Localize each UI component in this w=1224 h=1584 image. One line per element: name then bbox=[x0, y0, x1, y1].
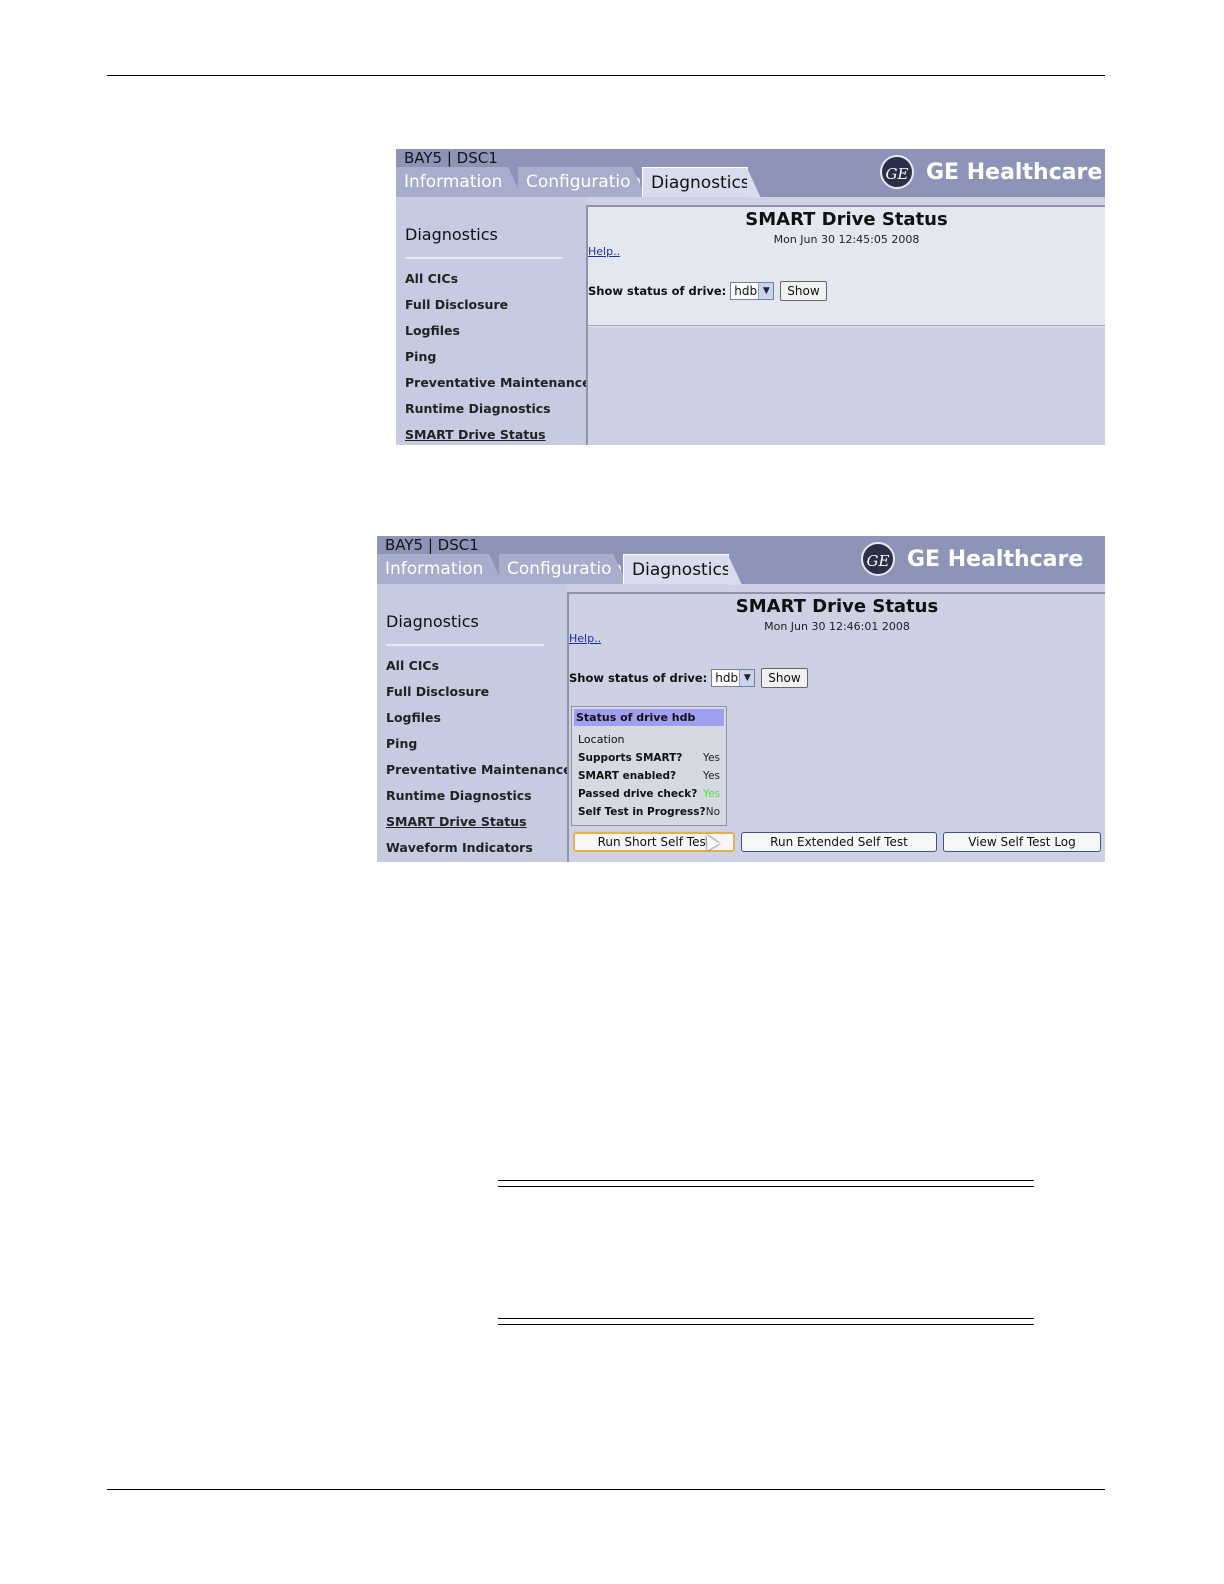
tab-label: Information bbox=[404, 172, 503, 192]
sidebar: Diagnostics All CICs Full Disclosure Log… bbox=[377, 584, 572, 862]
note-rule-top-2 bbox=[498, 1186, 1034, 1187]
supports-smart-value: Yes bbox=[703, 752, 720, 764]
passed-drive-check-value: Yes bbox=[703, 788, 720, 800]
sidebar-item-runtime-diagnostics[interactable]: Runtime Diagnostics bbox=[405, 401, 551, 416]
brand: GE GE Healthcare bbox=[861, 542, 1083, 576]
help-link[interactable]: Help.. bbox=[569, 632, 601, 645]
header-bar: BAY5 | DSC1 Information Configuration Di… bbox=[396, 149, 1105, 198]
drive-status-panel: Status of drive hdb Location Supports SM… bbox=[571, 706, 727, 826]
sidebar-item-full-disclosure[interactable]: Full Disclosure bbox=[386, 684, 489, 699]
screenshot-smart-status-result: BAY5 | DSC1 Information Configuration Di… bbox=[377, 536, 1105, 862]
tab-label: Information bbox=[385, 559, 484, 579]
main-panel: SMART Drive Status Mon Jun 30 12:46:01 2… bbox=[567, 592, 1105, 862]
sidebar-item-preventative-maintenance[interactable]: Preventative Maintenance bbox=[386, 762, 572, 777]
screenshot-smart-status-initial: BAY5 | DSC1 Information Configuration Di… bbox=[396, 149, 1105, 445]
tab-diagnostics[interactable]: Diagnostics bbox=[642, 167, 761, 198]
page-bottom-rule bbox=[107, 1489, 1105, 1490]
passed-drive-check-label: Passed drive check? bbox=[578, 788, 698, 800]
show-button[interactable]: Show bbox=[780, 281, 827, 301]
run-extended-self-test-button[interactable]: Run Extended Self Test bbox=[741, 832, 937, 852]
tab-label: Diagnostics bbox=[651, 173, 750, 193]
drive-select[interactable]: hdb ▼ bbox=[730, 282, 775, 300]
sidebar-item-smart-drive-status[interactable]: SMART Drive Status bbox=[386, 814, 527, 829]
section-divider bbox=[588, 325, 1105, 326]
show-status-row: Show status of drive: hdb ▼ Show bbox=[569, 668, 808, 688]
page-title: SMART Drive Status bbox=[735, 596, 939, 617]
timestamp: Mon Jun 30 12:46:01 2008 bbox=[764, 620, 910, 633]
main-panel: SMART Drive Status Mon Jun 30 12:45:05 2… bbox=[586, 205, 1105, 445]
tab-diagnostics[interactable]: Diagnostics bbox=[623, 554, 742, 585]
view-self-test-log-button[interactable]: View Self Test Log bbox=[943, 832, 1101, 852]
help-link[interactable]: Help.. bbox=[588, 245, 620, 258]
brand-name: GE Healthcare bbox=[907, 546, 1084, 572]
timestamp: Mon Jun 30 12:45:05 2008 bbox=[773, 233, 920, 246]
show-status-row: Show status of drive: hdb ▼ Show bbox=[588, 281, 827, 301]
show-status-label: Show status of drive: bbox=[588, 284, 727, 298]
header-bar: BAY5 | DSC1 Information Configuration Di… bbox=[377, 536, 1105, 585]
sidebar-divider bbox=[405, 257, 563, 259]
sidebar-divider bbox=[386, 644, 544, 646]
page-title: SMART Drive Status bbox=[745, 209, 948, 230]
self-test-in-progress-label: Self Test in Progress? bbox=[578, 806, 706, 818]
sidebar: Diagnostics All CICs Full Disclosure Log… bbox=[396, 197, 591, 445]
tab-information[interactable]: Information bbox=[396, 167, 522, 197]
tab-label: Diagnostics bbox=[632, 560, 731, 580]
self-test-in-progress-value: No bbox=[705, 806, 720, 818]
smart-enabled-value: Yes bbox=[703, 770, 720, 782]
location-label: BAY5 | DSC1 bbox=[385, 536, 479, 554]
note-rule-bottom-1 bbox=[498, 1318, 1034, 1319]
tab-label: Configuration bbox=[526, 172, 642, 192]
ge-logo-icon: GE bbox=[880, 155, 914, 189]
sidebar-title: Diagnostics bbox=[405, 225, 498, 244]
result-area bbox=[588, 327, 1105, 445]
show-status-label: Show status of drive: bbox=[569, 671, 708, 685]
tab-information[interactable]: Information bbox=[377, 554, 503, 584]
show-button[interactable]: Show bbox=[761, 668, 808, 688]
sidebar-item-waveform-indicators[interactable]: Waveform Indicators bbox=[386, 840, 533, 855]
chevron-down-icon: ▼ bbox=[739, 670, 755, 686]
sidebar-item-runtime-diagnostics[interactable]: Runtime Diagnostics bbox=[386, 788, 532, 803]
sidebar-item-preventative-maintenance[interactable]: Preventative Maintenance bbox=[405, 375, 591, 390]
sidebar-item-ping[interactable]: Ping bbox=[405, 349, 436, 364]
location-row-label: Location bbox=[578, 733, 625, 746]
sidebar-item-full-disclosure[interactable]: Full Disclosure bbox=[405, 297, 508, 312]
sidebar-item-all-cics[interactable]: All CICs bbox=[386, 658, 439, 673]
location-label: BAY5 | DSC1 bbox=[404, 149, 498, 167]
tab-configuration[interactable]: Configuration bbox=[518, 167, 646, 197]
page-top-rule bbox=[107, 75, 1105, 76]
sidebar-item-logfiles[interactable]: Logfiles bbox=[405, 323, 460, 338]
tab-label: Configuration bbox=[507, 559, 623, 579]
sidebar-item-logfiles[interactable]: Logfiles bbox=[386, 710, 441, 725]
ge-logo-icon: GE bbox=[861, 542, 895, 576]
drive-select[interactable]: hdb ▼ bbox=[711, 669, 756, 687]
sidebar-title: Diagnostics bbox=[386, 612, 479, 631]
smart-enabled-label: SMART enabled? bbox=[578, 770, 677, 782]
tab-configuration[interactable]: Configuration bbox=[499, 554, 627, 584]
sidebar-item-all-cics[interactable]: All CICs bbox=[405, 271, 458, 286]
note-rule-bottom-2 bbox=[498, 1324, 1034, 1325]
drive-select-value: hdb bbox=[734, 284, 758, 298]
brand-name: GE Healthcare bbox=[926, 159, 1103, 185]
sidebar-item-smart-drive-status[interactable]: SMART Drive Status bbox=[405, 427, 546, 442]
chevron-down-icon: ▼ bbox=[758, 283, 774, 299]
brand: GE GE Healthcare bbox=[880, 155, 1102, 189]
drive-status-header: Status of drive hdb bbox=[574, 709, 724, 726]
sidebar-item-ping[interactable]: Ping bbox=[386, 736, 417, 751]
drive-select-value: hdb bbox=[715, 671, 739, 685]
note-rule-top-1 bbox=[498, 1180, 1034, 1181]
supports-smart-label: Supports SMART? bbox=[578, 752, 683, 764]
